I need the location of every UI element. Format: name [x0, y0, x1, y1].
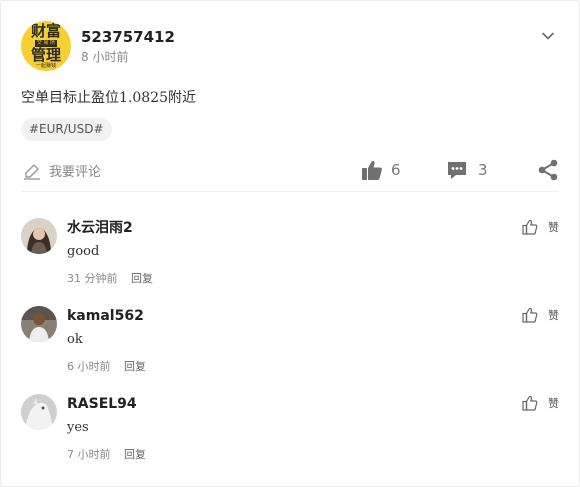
share-button[interactable]	[537, 159, 559, 185]
chevron-down-icon[interactable]	[541, 29, 555, 43]
comments-button[interactable]: 3	[446, 159, 488, 181]
post-text: 空单目标止盈位1.0825附近	[21, 90, 196, 106]
commenter-avatar[interactable]	[21, 306, 57, 342]
comment-like-label: 赞	[548, 309, 559, 322]
commenter-avatar[interactable]	[21, 394, 57, 430]
author-username[interactable]: 523757412	[81, 27, 175, 47]
write-comment-button[interactable]: 我要评论	[23, 161, 101, 180]
write-comment-label: 我要评论	[49, 165, 102, 180]
commenter-name[interactable]: kamal562	[67, 306, 144, 326]
post-header: 财富 交 易 所 管理 一起赚钱 523757412 8 小时前	[21, 21, 175, 71]
comment-meta: 31 分钟前 回复	[67, 271, 153, 287]
author-avatar[interactable]: 财富 交 易 所 管理 一起赚钱	[21, 21, 71, 71]
comment-like-label: 赞	[548, 221, 559, 234]
thumbs-up-icon	[362, 160, 382, 180]
reply-button[interactable]: 回复	[131, 272, 153, 285]
thumbs-up-icon	[522, 395, 538, 411]
comment-text: good	[67, 244, 100, 259]
comment-like-button[interactable]: 赞	[522, 219, 559, 235]
message-icon	[448, 162, 466, 179]
comment-meta: 6 小时前 回复	[67, 359, 146, 375]
post-card: 财富 交 易 所 管理 一起赚钱 523757412 8 小时前 空单目标止盈位…	[0, 0, 580, 487]
comment-time: 7 小时前	[67, 448, 111, 461]
comment-edit-icon	[24, 163, 40, 180]
avatar-text-3: 管理	[30, 45, 61, 64]
reply-button[interactable]: 回复	[124, 448, 146, 461]
share-icon	[538, 159, 558, 181]
post-time: 8 小时前	[81, 49, 129, 64]
commenter-avatar[interactable]	[21, 218, 57, 254]
like-count: 6	[391, 161, 401, 179]
commenter-name[interactable]: 水云泪雨2	[67, 218, 133, 238]
comment-like-label: 赞	[548, 397, 559, 410]
comment-like-button[interactable]: 赞	[522, 307, 559, 323]
comment-text: ok	[67, 332, 83, 347]
comment-time: 31 分钟前	[67, 272, 118, 285]
thumbs-up-icon	[522, 219, 538, 235]
reply-button[interactable]: 回复	[124, 360, 146, 373]
commenter-name[interactable]: RASEL94	[67, 394, 137, 414]
like-button[interactable]: 6	[361, 159, 401, 181]
comment-text: yes	[67, 420, 89, 435]
comment-like-button[interactable]: 赞	[522, 395, 559, 411]
author-info: 523757412 8 小时前	[81, 27, 175, 66]
post-actions-bar: 我要评论 6 3	[21, 151, 559, 192]
topic-tag[interactable]: #EUR/USD#	[21, 118, 112, 141]
avatar-text-4: 一起赚钱	[35, 62, 56, 69]
comment-count: 3	[478, 161, 488, 179]
thumbs-up-icon	[522, 307, 538, 323]
avatar-text-1: 财富	[30, 21, 61, 40]
comment-time: 6 小时前	[67, 360, 111, 373]
comment-meta: 7 小时前 回复	[67, 447, 146, 463]
